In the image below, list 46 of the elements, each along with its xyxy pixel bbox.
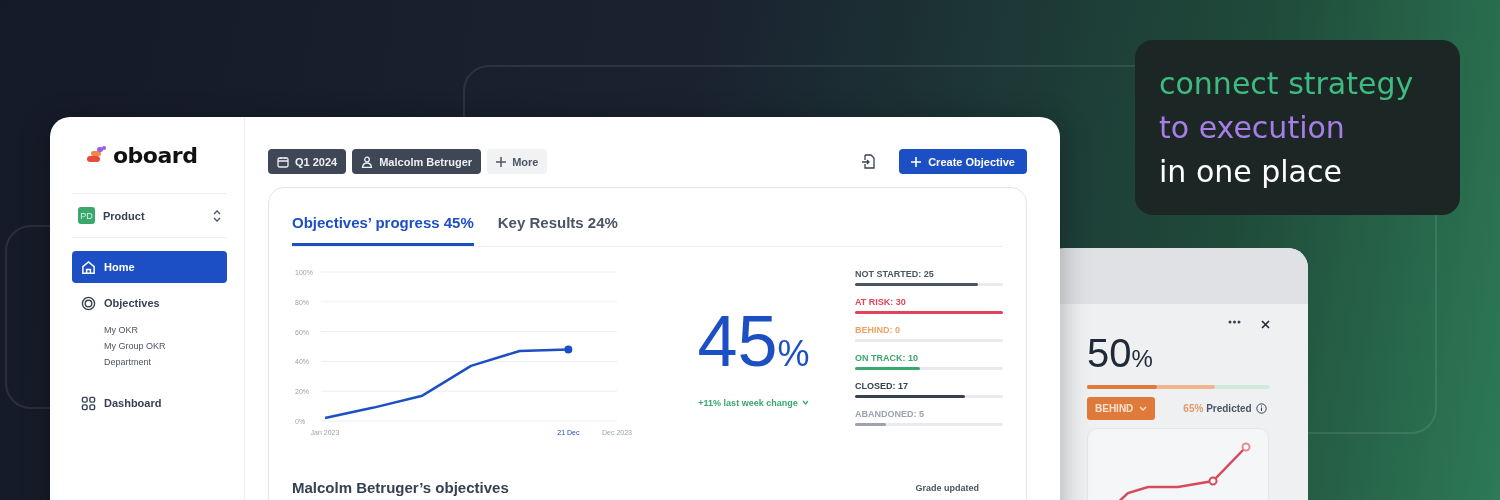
- nav-subitem[interactable]: My OKR: [104, 325, 227, 335]
- person-icon: [361, 155, 374, 168]
- predicted-text: 65% Predicted: [1183, 403, 1252, 414]
- workspace-selector[interactable]: PD Product: [72, 194, 227, 238]
- export-file-icon[interactable]: [862, 154, 876, 169]
- calendar-icon: [277, 155, 289, 168]
- nav-subitem[interactable]: My Group OKR: [104, 341, 227, 351]
- close-icon[interactable]: [1261, 320, 1270, 329]
- chevron-down-icon[interactable]: [801, 400, 809, 405]
- plus-icon: [496, 156, 507, 167]
- column-header: Grade updated: [915, 482, 979, 493]
- progress-percent: 50%: [1087, 331, 1154, 377]
- status-count: CLOSED: 17: [855, 381, 909, 391]
- filter-chip[interactable]: Malcolm Betruger: [352, 149, 482, 174]
- tagline-text: connect strategy: [1159, 64, 1415, 103]
- info-icon[interactable]: [1255, 403, 1267, 414]
- logo-text: oboard: [113, 142, 198, 168]
- grid-icon: [81, 395, 96, 411]
- nav-item[interactable]: Dashboard: [72, 387, 227, 419]
- nav-item[interactable]: Objectives: [72, 287, 227, 319]
- status-count: BEHIND: 0: [855, 325, 901, 335]
- status-count: AT RISK: 30: [855, 297, 907, 307]
- tab[interactable]: Key Results 24%: [497, 210, 618, 246]
- section-title: Malcolm Betruger’s objectives: [292, 479, 509, 496]
- status-count: NOT STARTED: 25: [855, 269, 935, 279]
- target-icon: [81, 295, 96, 311]
- weekly-change: +11% last week change: [698, 397, 798, 408]
- nav-item[interactable]: Home: [72, 251, 227, 283]
- progress-percent: 45%: [697, 302, 810, 383]
- chevron-down-icon: [1139, 406, 1148, 411]
- create-objective-button[interactable]: Create Objective: [899, 149, 1027, 174]
- tagline-text: to execution: [1159, 108, 1346, 147]
- tagline-text: in one place: [1159, 152, 1343, 191]
- status-count: ON TRACK: 10: [855, 353, 919, 363]
- current-point: [564, 345, 573, 354]
- home-icon: [81, 259, 96, 275]
- filter-chip[interactable]: Q1 2024: [268, 149, 347, 174]
- more-filters-button[interactable]: More: [487, 149, 548, 174]
- status-count: ABANDONED: 5: [855, 409, 925, 419]
- logo-icon: [87, 146, 107, 164]
- workspace-badge: PD: [78, 207, 95, 224]
- plus-icon: [911, 156, 922, 167]
- tab[interactable]: Objectives’ progress 45%: [292, 210, 474, 246]
- updown-chevron-icon: [213, 209, 221, 222]
- nav-subitem[interactable]: Department: [104, 357, 227, 367]
- more-icon[interactable]: [1228, 320, 1241, 324]
